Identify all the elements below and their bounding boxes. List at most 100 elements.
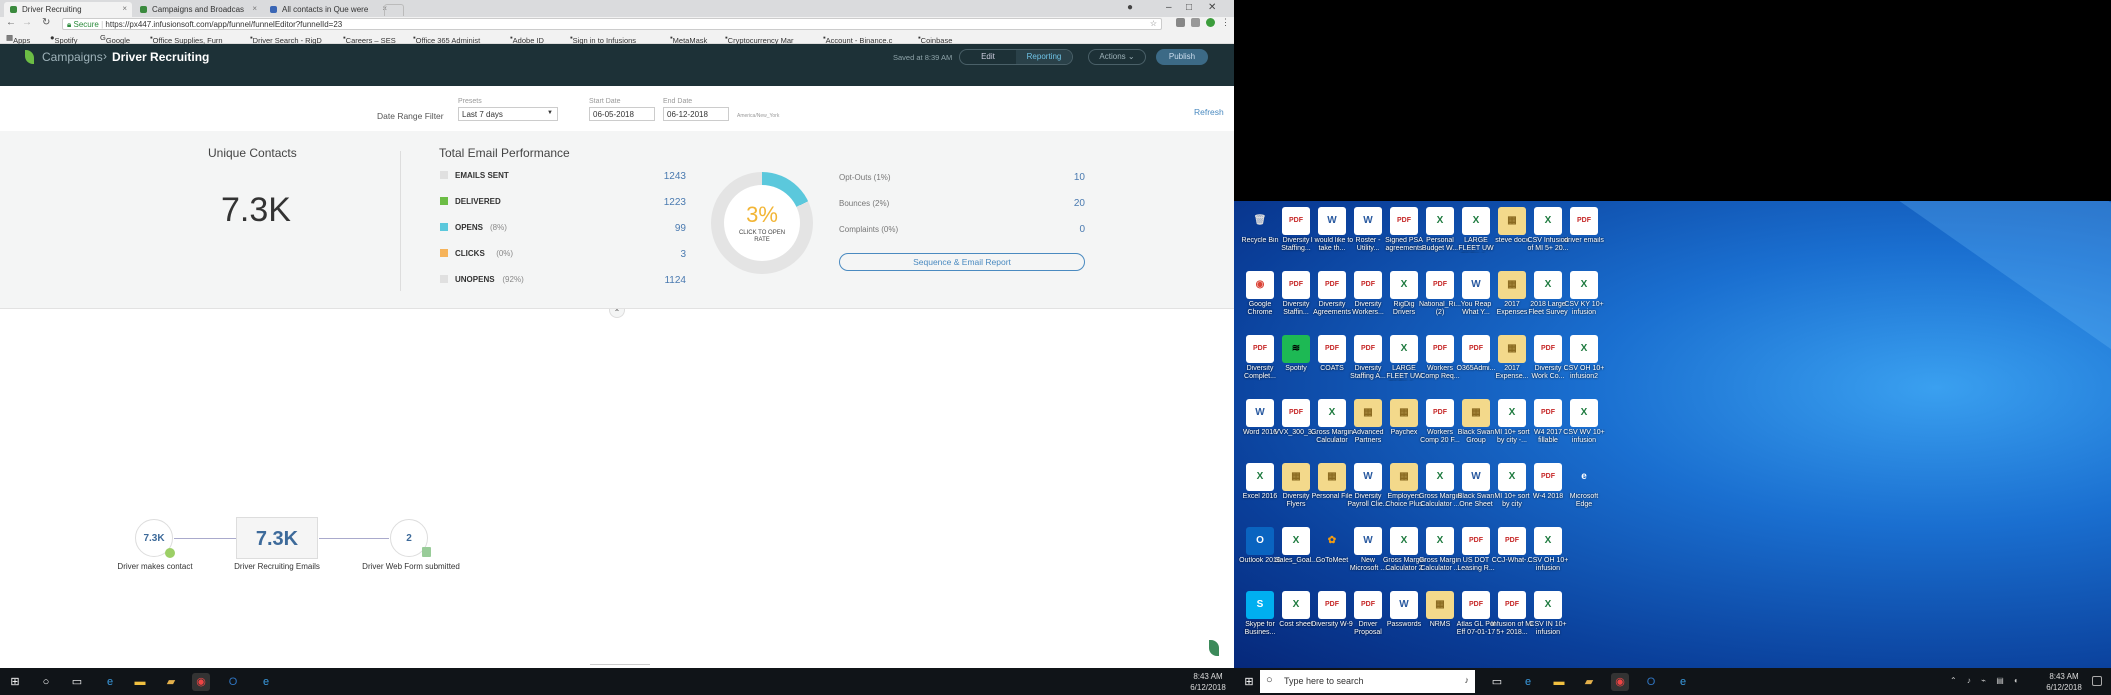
tab-campaigns[interactable]: Campaigns and Broadcas × xyxy=(134,2,262,17)
file-icon: X xyxy=(1426,527,1454,555)
bookmark-apps[interactable]: ▦ Apps xyxy=(6,33,30,45)
task-view-icon[interactable]: ▭ xyxy=(1488,673,1506,691)
microphone-icon[interactable]: ♪ xyxy=(1465,675,1470,685)
tab-driver-recruiting[interactable]: Driver Recruiting × xyxy=(4,2,132,17)
file-explorer-icon[interactable]: ▬ xyxy=(131,673,149,691)
collapse-icon[interactable]: ⌃ xyxy=(609,309,625,318)
desktop-icon[interactable]: X CSV IN 10+ infusion xyxy=(1526,591,1570,653)
bookmark-cryptocurrency[interactable]: ▪ Cryptocurrency Mar xyxy=(725,33,794,45)
issue-value: 20 xyxy=(1073,198,1085,209)
outlook-icon[interactable]: O xyxy=(224,673,242,691)
file-icon: PDF xyxy=(1282,207,1310,235)
file-icon: ▦ xyxy=(1390,463,1418,491)
windows-start-icon[interactable]: ⊞ xyxy=(6,673,24,691)
node-label: Driver Recruiting Emails xyxy=(234,562,320,571)
chrome-icon[interactable]: ◉ xyxy=(1611,673,1629,691)
connector xyxy=(319,538,389,539)
bookmark-careers[interactable]: ▪ Careers – SES xyxy=(343,33,396,45)
bookmark-binance[interactable]: ▪ Account - Binance.c xyxy=(823,33,892,45)
desktop-icon-label: CSV OH 10+ infusion xyxy=(1527,557,1569,572)
date: 6/12/2018 xyxy=(1190,683,1226,692)
open-rate-ring[interactable]: 3% CLICK TO OPEN RATE xyxy=(711,172,813,274)
extension-icon[interactable] xyxy=(1191,18,1200,27)
tab-all-contacts[interactable]: All contacts in Que were × xyxy=(264,2,392,17)
funnel-node-emails[interactable]: 7.3K xyxy=(236,517,318,559)
file-icon: PDF xyxy=(1354,591,1382,619)
ie-icon[interactable]: e xyxy=(1674,673,1692,691)
windows-start-icon[interactable]: ⊞ xyxy=(1240,673,1258,691)
file-icon: PDF xyxy=(1426,399,1454,427)
notification-icon[interactable] xyxy=(2092,676,2102,686)
edit-button[interactable]: Edit xyxy=(960,50,1016,64)
publish-button[interactable]: Publish xyxy=(1156,49,1208,65)
desktop-icon[interactable]: e Microsoft Edge xyxy=(1562,463,1606,525)
footer-line xyxy=(590,664,650,665)
system-tray-icons[interactable]: ⌃ ♪ ⌁ ▤ ◐ xyxy=(1950,676,2023,685)
reporting-button[interactable]: Reporting xyxy=(1016,50,1072,64)
bookmark-google[interactable]: G Google xyxy=(100,33,130,45)
breadcrumb-campaigns[interactable]: Campaigns xyxy=(42,50,103,64)
search-input[interactable]: ○ Type here to search ♪ xyxy=(1260,670,1475,693)
wallpaper-beam xyxy=(1682,201,2111,451)
close-icon[interactable]: × xyxy=(252,4,257,13)
chevron-down-icon: ▼ xyxy=(547,110,553,116)
file-icon: ▦ xyxy=(1354,399,1382,427)
file-icon: X xyxy=(1570,335,1598,363)
outlook-icon[interactable]: O xyxy=(1642,673,1660,691)
desktop-icon[interactable]: PDF driver emails xyxy=(1562,207,1606,269)
edge-icon[interactable]: e xyxy=(1519,673,1537,691)
ie-icon[interactable]: e xyxy=(257,673,275,691)
tag-icon xyxy=(165,548,175,558)
presets-select[interactable]: Last 7 days ▼ xyxy=(458,107,558,121)
desktop-icon-label: CSV WV 10+ infusion xyxy=(1563,429,1605,444)
extension-check-icon[interactable] xyxy=(1206,18,1215,27)
stat-value: 1124 xyxy=(664,275,686,286)
user-icon[interactable]: ● xyxy=(1127,2,1133,13)
forward-icon[interactable]: → xyxy=(22,17,32,28)
menu-icon[interactable]: ⋮ xyxy=(1221,17,1230,28)
minimize-button[interactable]: – xyxy=(1166,2,1172,13)
bookmark-driver-search[interactable]: ▪ Driver Search - RigD xyxy=(250,33,322,45)
bookmark-metamask[interactable]: ▪ MetaMask xyxy=(670,33,707,45)
extension-icon[interactable] xyxy=(1176,18,1185,27)
desktop-icon[interactable]: X CSV KY 10+ infusion xyxy=(1562,271,1606,333)
bookmark-adobe[interactable]: ▪ Adobe ID xyxy=(510,33,544,45)
reload-icon[interactable]: ↻ xyxy=(42,17,50,28)
bookmark-office365[interactable]: ▪ Office 365 Administ xyxy=(413,33,480,45)
desktop-icon[interactable]: X CSV OH 10+ infusion2 xyxy=(1562,335,1606,397)
file-icon: ▦ xyxy=(1390,399,1418,427)
presets-label: Presets xyxy=(458,98,482,105)
actions-dropdown[interactable]: Actions ⌄ xyxy=(1088,49,1146,65)
bookmark-spotify[interactable]: ● Spotify xyxy=(50,33,77,45)
chrome-icon[interactable]: ◉ xyxy=(192,673,210,691)
url-field[interactable]: 🔒︎ Secure | https://px447.infusionsoft.c… xyxy=(62,18,1162,30)
folder-icon[interactable]: ▰ xyxy=(162,673,180,691)
clock-left[interactable]: 8:43 AM 6/12/2018 xyxy=(1188,671,1228,693)
end-date-input[interactable]: 06-12-2018 xyxy=(663,107,729,121)
url-text: https://px447.infusionsoft.com/app/funne… xyxy=(105,20,343,29)
close-icon[interactable]: × xyxy=(122,4,127,13)
star-icon[interactable]: ☆ xyxy=(1150,19,1157,28)
bookmark-infusionsoft[interactable]: ▪ Sign in to Infusions xyxy=(570,33,636,45)
breadcrumb-separator: › xyxy=(103,49,107,63)
file-explorer-icon[interactable]: ▬ xyxy=(1550,673,1568,691)
maximize-button[interactable]: □ xyxy=(1186,2,1192,13)
edge-icon[interactable]: e xyxy=(101,673,119,691)
new-tab-button[interactable] xyxy=(384,4,404,16)
sequence-report-button[interactable]: Sequence & Email Report xyxy=(839,253,1085,271)
task-view-icon[interactable]: ▭ xyxy=(68,673,86,691)
desktop-icon[interactable]: X CSV OH 10+ infusion xyxy=(1526,527,1570,589)
refresh-link[interactable]: Refresh xyxy=(1194,107,1224,117)
bookmark-office-supplies[interactable]: ▪ Office Supplies, Furn xyxy=(150,33,223,45)
bookmark-coinbase[interactable]: ▪ Coinbase xyxy=(918,33,952,45)
tab-label: All contacts in Que were xyxy=(282,5,369,14)
clock-right[interactable]: 8:43 AM 6/12/2018 xyxy=(2044,671,2084,693)
desktop-icon[interactable]: X CSV WV 10+ infusion xyxy=(1562,399,1606,461)
search-icon[interactable]: ○ xyxy=(37,673,55,691)
back-icon[interactable]: ← xyxy=(6,17,16,28)
file-icon: PDF xyxy=(1390,207,1418,235)
window-close-button[interactable]: ✕ xyxy=(1208,2,1216,13)
start-date-input[interactable]: 06-05-2018 xyxy=(589,107,655,121)
page-title: Driver Recruiting xyxy=(112,50,210,64)
folder-icon[interactable]: ▰ xyxy=(1580,673,1598,691)
